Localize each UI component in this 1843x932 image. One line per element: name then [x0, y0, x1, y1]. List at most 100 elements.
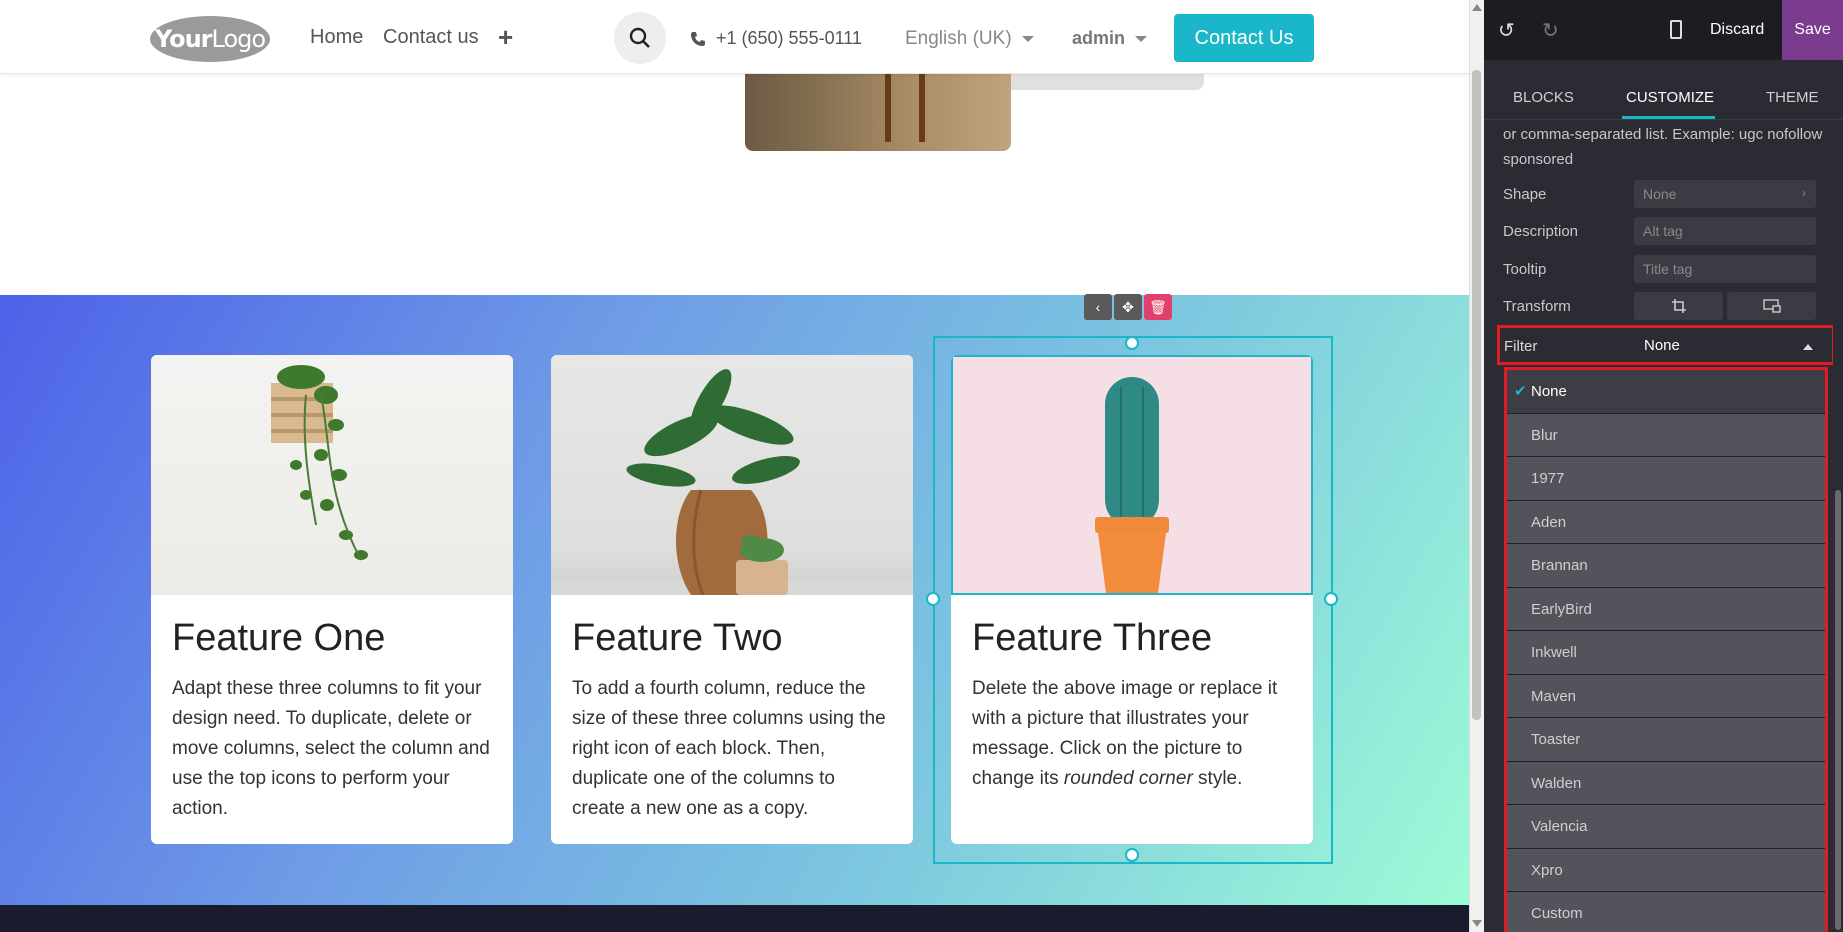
scroll-down-icon[interactable]: [1472, 920, 1482, 927]
discard-button[interactable]: Discard: [1710, 21, 1764, 39]
crop-button[interactable]: [1634, 292, 1723, 320]
transform-label: Transform: [1503, 298, 1571, 315]
phone-icon: [691, 31, 705, 46]
feature-text[interactable]: Delete the above image or replace it wit…: [972, 674, 1292, 794]
filter-select[interactable]: None: [1637, 332, 1823, 360]
nav-link-home[interactable]: Home: [310, 26, 363, 49]
filter-row: Filter None: [1497, 325, 1835, 365]
language-label: English (UK): [905, 28, 1012, 49]
resize-handle-right[interactable]: [1324, 592, 1338, 606]
redo-icon[interactable]: ↻: [1542, 18, 1559, 43]
filter-value: None: [1644, 337, 1680, 354]
filter-option-label: Aden: [1531, 513, 1567, 531]
tooltip-input[interactable]: Title tag: [1634, 255, 1816, 283]
feature-text[interactable]: To add a fourth column, reduce the size …: [572, 674, 892, 824]
feature-title[interactable]: Feature Three: [972, 617, 1313, 660]
add-menu-item-icon[interactable]: +: [498, 22, 513, 53]
tab-customize[interactable]: CUSTOMIZE: [1626, 89, 1714, 106]
filter-option-label: Custom: [1531, 905, 1583, 922]
site-logo[interactable]: Your Logo: [150, 16, 270, 62]
footer: [0, 905, 1469, 932]
transform-button[interactable]: [1727, 292, 1816, 320]
description-input[interactable]: Alt tag: [1634, 217, 1816, 245]
nav-link-contact[interactable]: Contact us: [383, 26, 479, 49]
contact-us-button[interactable]: Contact Us: [1174, 14, 1314, 62]
editor-header: ↺ ↻ Discard Save: [1484, 0, 1843, 60]
filter-option-label: Walden: [1531, 774, 1582, 792]
mobile-preview-icon[interactable]: [1670, 20, 1682, 39]
active-tab-indicator: [1622, 116, 1715, 119]
filter-option[interactable]: Aden: [1507, 500, 1825, 544]
editor-scroll-thumb[interactable]: [1835, 490, 1841, 930]
feature-text[interactable]: Adapt these three columns to fit your de…: [172, 674, 492, 824]
feature-title[interactable]: Feature Two: [572, 617, 913, 660]
filter-option[interactable]: Valencia: [1507, 805, 1825, 849]
filter-option-label: None: [1531, 383, 1567, 400]
phone-number: +1 (650) 555-0111: [716, 28, 862, 48]
search-icon: [629, 27, 650, 48]
chevron-right-icon: ›: [1802, 186, 1806, 200]
chevron-left-icon[interactable]: ‹: [1084, 294, 1112, 320]
filter-option[interactable]: Brannan: [1507, 544, 1825, 588]
filter-option[interactable]: Inkwell: [1507, 631, 1825, 675]
feature-image-vase-plant[interactable]: [551, 355, 913, 595]
undo-icon[interactable]: ↺: [1498, 18, 1515, 43]
chevron-up-icon: [1803, 344, 1813, 350]
user-name: admin: [1072, 28, 1126, 48]
save-button[interactable]: Save: [1782, 0, 1843, 60]
scroll-up-icon[interactable]: [1472, 4, 1482, 11]
filter-option[interactable]: ✔ None: [1507, 370, 1825, 414]
phone-link[interactable]: +1 (650) 555-0111: [690, 28, 862, 49]
filter-option[interactable]: Blur: [1507, 413, 1825, 457]
filter-option[interactable]: Toaster: [1507, 718, 1825, 762]
filter-option[interactable]: Xpro: [1507, 848, 1825, 892]
tab-blocks[interactable]: BLOCKS: [1513, 89, 1574, 106]
shape-label: Shape: [1503, 186, 1547, 203]
feature-text-part: style.: [1192, 768, 1243, 789]
filter-option-label: Maven: [1531, 687, 1577, 705]
filter-option-label: Toaster: [1531, 731, 1581, 748]
feature-card-two[interactable]: Feature Two To add a fourth column, redu…: [551, 355, 913, 844]
crop-icon: [1671, 299, 1686, 313]
shape-select[interactable]: None ›: [1634, 180, 1816, 208]
room-image[interactable]: [745, 62, 1011, 151]
tooltip-label: Tooltip: [1503, 261, 1547, 278]
filter-option[interactable]: EarlyBird: [1507, 587, 1825, 631]
feature-title[interactable]: Feature One: [172, 617, 513, 660]
search-button[interactable]: [614, 12, 666, 64]
hanging-plant-illustration: [271, 365, 368, 561]
language-selector[interactable]: English (UK): [905, 28, 1034, 50]
editor-sidebar: ↺ ↻ Discard Save BLOCKS CUSTOMIZE THEME …: [1484, 0, 1843, 932]
feature-card-one[interactable]: Feature One Adapt these three columns to…: [151, 355, 513, 844]
chevron-down-icon: [1021, 35, 1034, 42]
move-icon[interactable]: ✥: [1114, 294, 1142, 320]
page-scroll-thumb[interactable]: [1472, 70, 1481, 720]
filter-option-label: Valencia: [1531, 818, 1588, 835]
filter-label: Filter: [1504, 338, 1538, 355]
filter-option-label: 1977: [1531, 470, 1565, 487]
feature-card-three[interactable]: Feature Three Delete the above image or …: [951, 355, 1313, 844]
resize-handle-left[interactable]: [926, 592, 940, 606]
feature-image-plant-shelf[interactable]: [151, 355, 513, 595]
block-toolbar: ‹ ✥ 🗑: [1084, 294, 1172, 320]
filter-option[interactable]: Maven: [1507, 674, 1825, 718]
filter-option-label: Inkwell: [1531, 644, 1577, 661]
checkmark-icon: ✔: [1514, 383, 1527, 400]
chevron-down-icon: [1135, 36, 1148, 43]
resize-handle-bottom[interactable]: [1125, 848, 1139, 862]
editor-tabs: BLOCKS CUSTOMIZE THEME: [1484, 60, 1843, 120]
trash-icon[interactable]: 🗑: [1144, 294, 1172, 320]
user-menu[interactable]: admin: [1072, 28, 1148, 49]
tab-theme[interactable]: THEME: [1766, 89, 1819, 106]
filter-option[interactable]: 1977: [1507, 457, 1825, 501]
website-canvas: Your Logo Home Contact us + +1 (650) 555-…: [0, 0, 1469, 932]
filter-option[interactable]: Walden: [1507, 761, 1825, 805]
vase-plant-illustration: [551, 369, 913, 595]
resize-handle-top[interactable]: [1125, 336, 1139, 350]
filter-option-label: Xpro: [1531, 861, 1563, 879]
filter-option[interactable]: Custom: [1507, 892, 1825, 932]
feature-text-emphasis: rounded corner: [1063, 768, 1193, 789]
chair-shape: [885, 62, 925, 142]
transform-icon: [1762, 299, 1781, 313]
feature-image-cactus[interactable]: [951, 355, 1313, 595]
